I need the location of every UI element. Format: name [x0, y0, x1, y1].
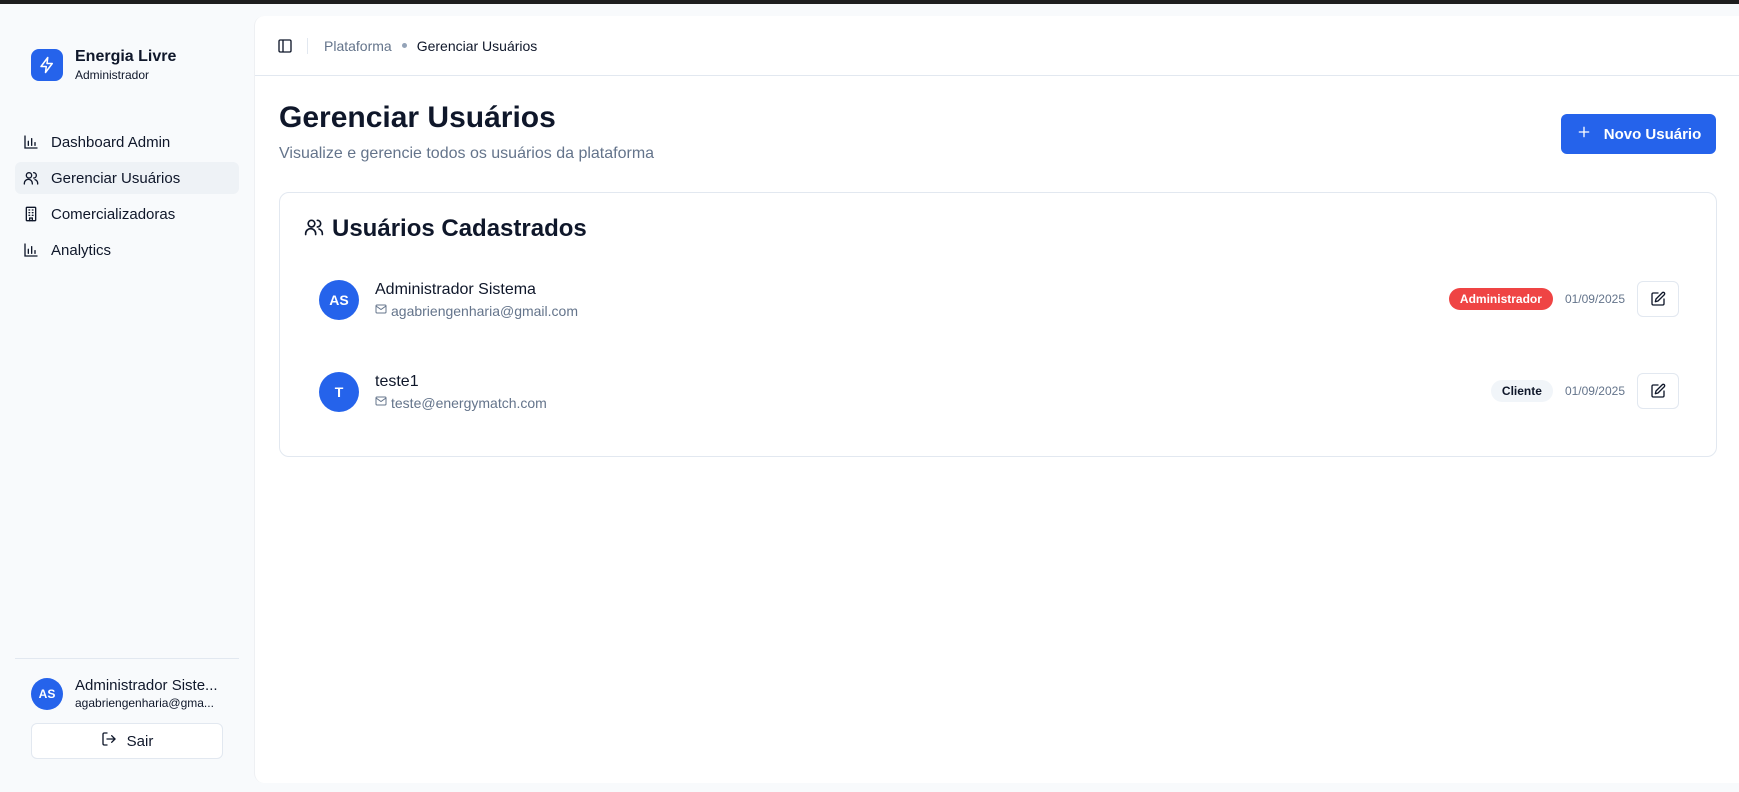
sidebar-toggle-button[interactable]: [271, 32, 299, 60]
new-user-button[interactable]: Novo Usuário: [1561, 114, 1716, 154]
edit-icon: [1651, 291, 1666, 306]
bar-chart-icon: [23, 134, 39, 150]
user-date: 01/09/2025: [1564, 292, 1625, 306]
avatar: AS: [319, 280, 359, 320]
sidebar-item-label: Analytics: [51, 241, 112, 259]
panel-left-icon: [278, 38, 292, 53]
card-title: Usuários Cadastrados: [332, 215, 587, 242]
role-badge: Cliente: [1490, 380, 1553, 402]
sidebar-item-label: Comercializadoras: [51, 205, 176, 223]
role-badge: Administrador: [1448, 288, 1553, 310]
users-card: Usuários Cadastrados AS Administrador Si…: [279, 192, 1717, 457]
page-title: Gerenciar Usuários: [279, 101, 556, 134]
new-user-label: Novo Usuário: [1603, 125, 1702, 143]
mail-icon: [375, 302, 387, 320]
sidebar-user-name: Administrador Siste...: [75, 677, 218, 694]
breadcrumb-current: Gerenciar Usuários: [416, 37, 538, 54]
sidebar-item-label: Dashboard Admin: [51, 133, 171, 151]
logout-icon: [101, 731, 117, 752]
main-panel: Plataforma Gerenciar Usuários Gerenciar …: [254, 16, 1739, 783]
user-email: agabriengenharia@gmail.com: [391, 303, 578, 319]
users-icon: [304, 217, 324, 242]
sidebar: Energia Livre Administrador Dashboard Ad…: [0, 4, 254, 792]
bar-chart-icon: [23, 242, 39, 258]
top-header: Plataforma Gerenciar Usuários: [255, 16, 1739, 76]
sidebar-item-label: Gerenciar Usuários: [51, 169, 181, 187]
sidebar-nav: Dashboard Admin Gerenciar Usuários Comer…: [15, 126, 239, 270]
page-subtitle: Visualize e gerencie todos os usuários d…: [279, 145, 655, 162]
user-name: Administrador Sistema: [375, 281, 536, 298]
list-item: T teste1 teste@energymatch.com Cliente 0…: [319, 371, 1679, 413]
users-icon: [23, 170, 39, 186]
edit-user-button[interactable]: [1637, 281, 1679, 317]
breadcrumb-parent[interactable]: Plataforma: [324, 38, 392, 54]
user-email: teste@energymatch.com: [391, 395, 547, 411]
sidebar-user[interactable]: AS Administrador Siste... agabriengenhar…: [31, 677, 225, 711]
logout-label: Sair: [126, 732, 154, 750]
sidebar-item-analytics[interactable]: Analytics: [15, 234, 239, 266]
sidebar-item-comercializadoras[interactable]: Comercializadoras: [15, 198, 239, 230]
user-name: teste1: [375, 373, 419, 390]
sidebar-divider: [15, 658, 239, 659]
brand-role: Administrador: [75, 68, 150, 82]
brand-name: Energia Livre: [75, 48, 177, 65]
breadcrumb-separator: [401, 43, 407, 48]
building-icon: [23, 206, 39, 222]
list-item: AS Administrador Sistema agabriengenhari…: [319, 279, 1679, 321]
lightning-icon: [31, 49, 63, 81]
sidebar-item-dashboard-admin[interactable]: Dashboard Admin: [15, 126, 239, 158]
avatar: T: [319, 372, 359, 412]
sidebar-user-email: agabriengenharia@gma...: [75, 696, 214, 710]
logout-button[interactable]: Sair: [31, 723, 223, 759]
user-date: 01/09/2025: [1564, 384, 1625, 398]
edit-icon: [1651, 383, 1666, 398]
avatar: AS: [31, 678, 63, 710]
plus-icon: [1576, 124, 1592, 145]
breadcrumb: Plataforma Gerenciar Usuários: [308, 38, 537, 54]
window-top-strip: [0, 0, 1739, 4]
edit-user-button[interactable]: [1637, 373, 1679, 409]
sidebar-item-gerenciar-usuarios[interactable]: Gerenciar Usuários: [15, 162, 239, 194]
mail-icon: [375, 394, 387, 412]
brand[interactable]: Energia Livre Administrador: [31, 47, 176, 83]
